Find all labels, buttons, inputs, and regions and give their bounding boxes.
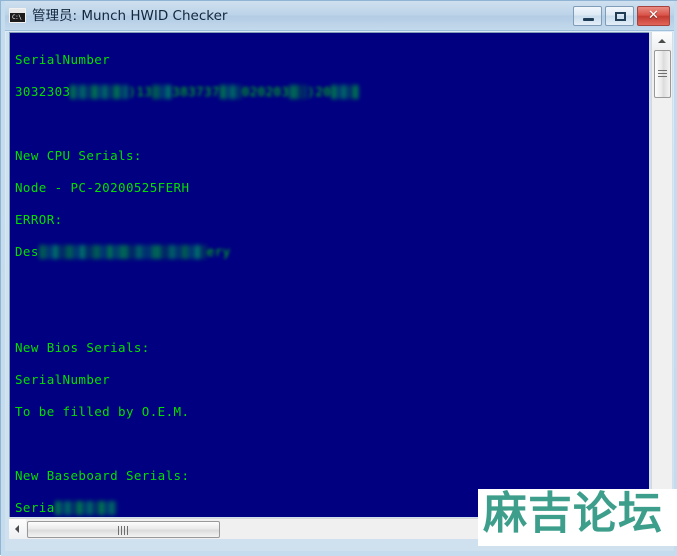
console-icon-titlestrip <box>10 9 25 13</box>
serialnumber-header-1: SerialNumber <box>15 52 111 67</box>
redaction-block <box>289 85 308 99</box>
console-line: New Bios Serials: <box>15 340 626 356</box>
vertical-scrollbar-thumb[interactable] <box>654 50 671 98</box>
console-icon-prompt: C:\ <box>12 14 22 21</box>
redaction-block <box>152 85 173 99</box>
vertical-scrollbar[interactable] <box>651 32 672 517</box>
console-output-area[interactable]: SerialNumber 3032303 )13 383737 020203 )20 N… <box>9 32 649 517</box>
bios-serial-value: To be filled by O.E.M. <box>15 404 190 419</box>
scrollbar-grip-icon <box>658 70 667 77</box>
console-line: ERROR: <box>15 212 626 228</box>
console-window: C:\ 管理员: Munch HWID Checker ✕ SerialNumb… <box>0 0 677 556</box>
cpu-serial-fragment-1: )13 <box>128 84 153 99</box>
maximize-icon <box>615 12 626 21</box>
forum-watermark: 麻吉论坛 <box>478 489 677 546</box>
watermark-text: 麻吉论坛 <box>483 489 663 539</box>
title-bar[interactable]: C:\ 管理员: Munch HWID Checker ✕ <box>1 1 677 31</box>
redaction-block <box>331 85 360 99</box>
console-text: SerialNumber 3032303 )13 383737 020203 )20 N… <box>15 36 626 517</box>
scroll-left-arrow-icon[interactable] <box>9 519 26 539</box>
serialnumber-header-2: SerialNumber <box>15 372 111 387</box>
node-line: Node - PC-20200525FERH <box>15 180 190 195</box>
scrollbar-grip-icon <box>118 526 129 535</box>
window-title: 管理员: Munch HWID Checker <box>32 8 228 24</box>
redaction-block <box>180 245 207 259</box>
baseboard-serialnumber-header: Seria <box>15 500 55 515</box>
cpu-serial-fragment-2: 383737 <box>172 84 220 99</box>
error-description-tail: ery <box>206 244 231 259</box>
close-button[interactable]: ✕ <box>637 6 670 26</box>
redaction-block <box>54 501 117 515</box>
console-line: SerialNumber <box>15 372 626 388</box>
cpu-serial-fragment-4: )20 <box>307 84 332 99</box>
console-line: 3032303 )13 383737 020203 )20 <box>15 84 626 100</box>
close-icon: ✕ <box>648 8 659 23</box>
console-line: New Baseboard Serials: <box>15 468 626 484</box>
new-bios-serials-header: New Bios Serials: <box>15 340 150 355</box>
horizontal-scrollbar-thumb[interactable] <box>27 521 220 538</box>
console-line: To be filled by O.E.M. <box>15 404 626 420</box>
cpu-serial-fragment-3: 020203 <box>241 84 290 99</box>
error-header: ERROR: <box>15 212 63 227</box>
scroll-up-arrow-icon[interactable] <box>652 32 672 49</box>
redaction-block <box>70 85 129 99</box>
minimize-icon <box>583 18 594 21</box>
minimize-button[interactable] <box>573 6 602 26</box>
error-description: Des <box>15 244 39 259</box>
console-line: Des ery <box>15 244 626 260</box>
redaction-block <box>38 245 107 259</box>
console-line: Node - PC-20200525FERH <box>15 180 626 196</box>
new-cpu-serials-header: New CPU Serials: <box>15 148 142 163</box>
window-client-area: SerialNumber 3032303 )13 383737 020203 )20 N… <box>6 32 673 539</box>
console-icon: C:\ <box>9 8 26 23</box>
console-line: SerialNumber <box>15 52 626 68</box>
new-baseboard-serials-header: New Baseboard Serials: <box>15 468 190 483</box>
maximize-button[interactable] <box>605 6 634 26</box>
cpu-serial-values: 3032303 <box>15 84 71 99</box>
console-line: New CPU Serials: <box>15 148 626 164</box>
redaction-block <box>106 245 119 259</box>
redaction-block <box>219 85 242 99</box>
redaction-block <box>118 245 181 259</box>
